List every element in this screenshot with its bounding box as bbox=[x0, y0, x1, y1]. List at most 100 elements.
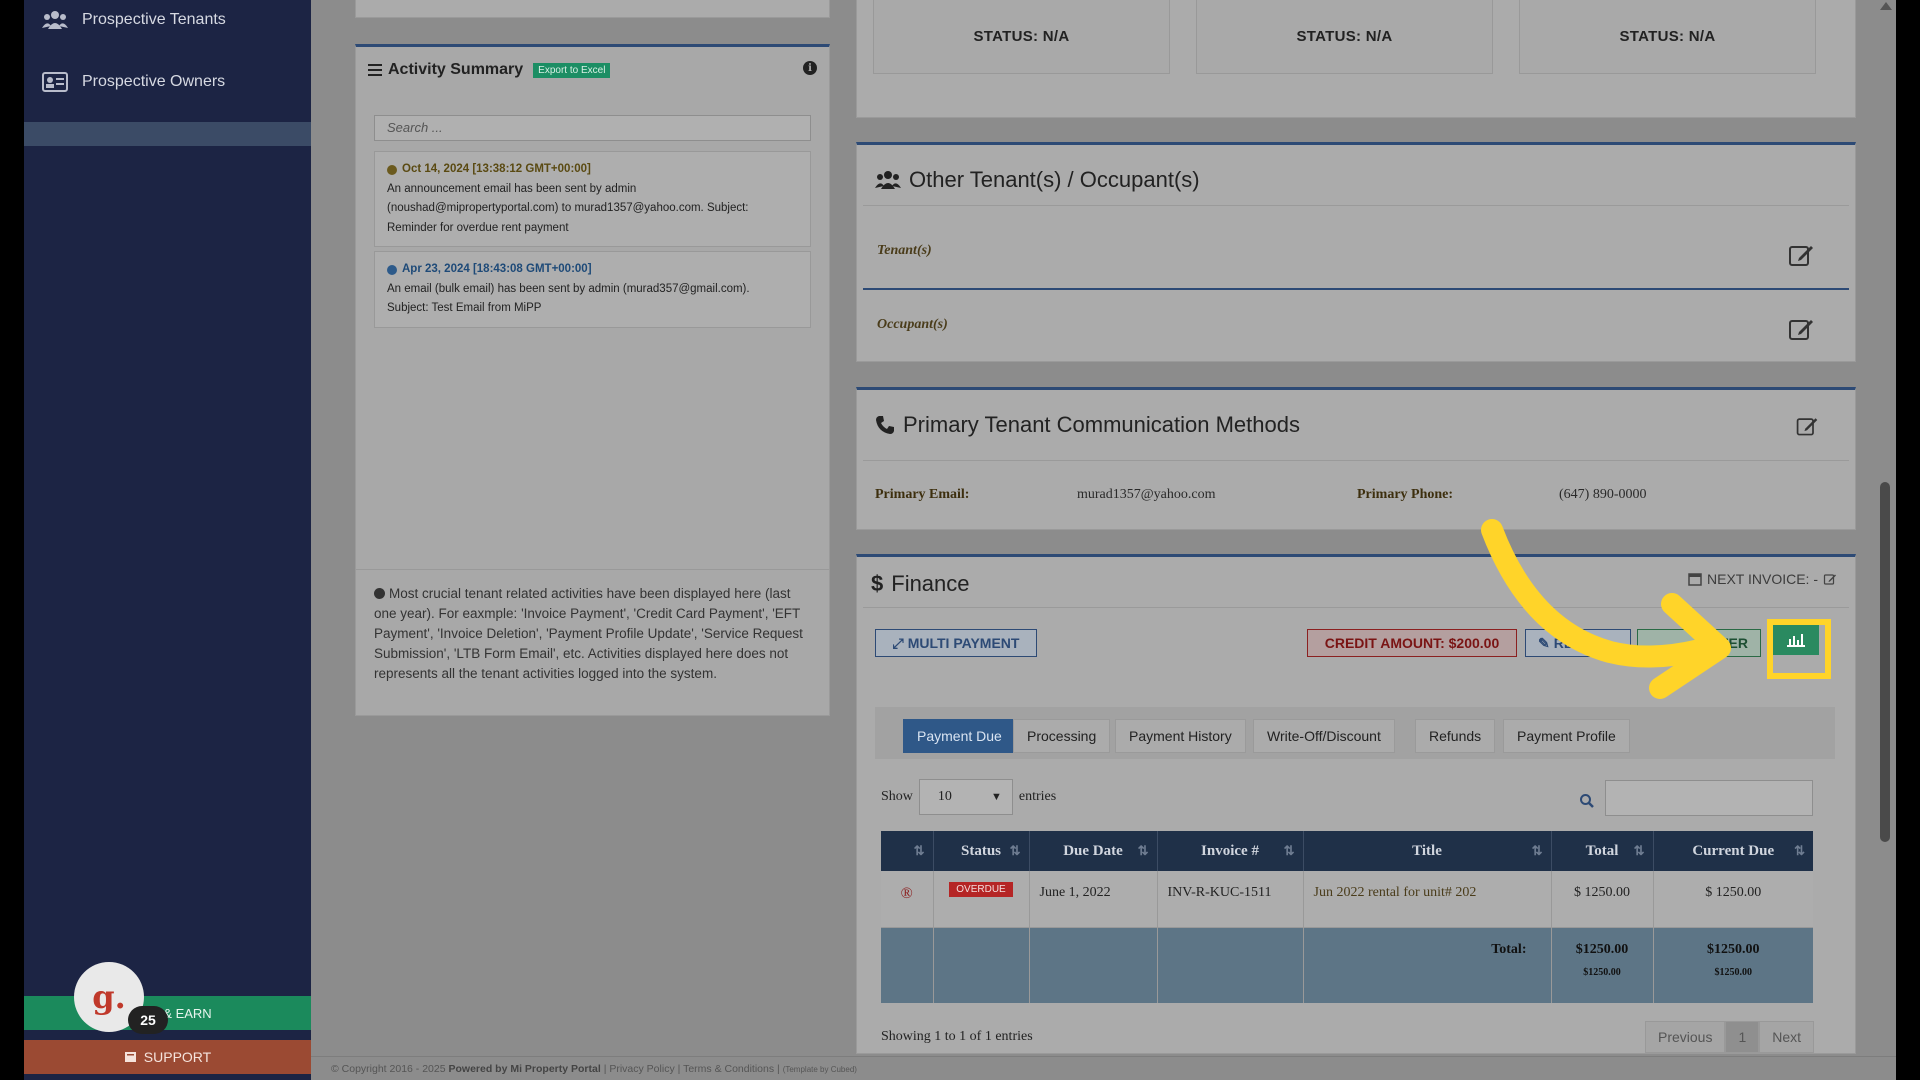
column-header-current-due[interactable]: Current Due ⇅ bbox=[1653, 831, 1813, 871]
divider bbox=[863, 460, 1849, 461]
column-header-status[interactable]: Status ⇅ bbox=[933, 831, 1030, 871]
header-label: Total bbox=[1585, 842, 1619, 859]
footer: © Copyright 2016 - 2025 Powered by Mi Pr… bbox=[311, 1056, 1896, 1080]
button-label: MULTI PAYMENT bbox=[907, 635, 1020, 651]
search-icon bbox=[1580, 794, 1594, 808]
sidebar-item-label: Prospective Owners bbox=[82, 73, 226, 90]
users-icon bbox=[42, 11, 68, 29]
table-cell bbox=[881, 927, 934, 1003]
sort-icon: ⇅ bbox=[1633, 843, 1645, 858]
app-frame: Prospective Tenants Prospective Owners &… bbox=[24, 0, 1896, 1080]
edit-icon[interactable] bbox=[1823, 572, 1837, 586]
total-label: Total: bbox=[1303, 927, 1552, 1003]
activity-summary-card: Activity Summary Export to Excel i Searc… bbox=[355, 44, 830, 716]
sidebar-item-prospective-tenants[interactable]: Prospective Tenants bbox=[42, 0, 226, 40]
activity-date-text: Apr 23, 2024 [18:43:08 GMT+00:00] bbox=[402, 263, 592, 275]
tab-payment-history[interactable]: Payment History bbox=[1115, 719, 1246, 753]
edit-icon[interactable] bbox=[1787, 241, 1815, 269]
activity-date-text: Oct 14, 2024 [13:38:12 GMT+00:00] bbox=[402, 163, 591, 175]
column-header-total[interactable]: Total ⇅ bbox=[1551, 831, 1654, 871]
divider bbox=[863, 288, 1849, 290]
table-cell bbox=[1029, 927, 1158, 1003]
showing-info: Showing 1 to 1 of 1 entries bbox=[881, 1029, 1033, 1044]
scrollbar-thumb[interactable] bbox=[1880, 482, 1890, 842]
credit-amount-button[interactable]: CREDIT AMOUNT: $200.00 bbox=[1307, 629, 1517, 657]
activity-summary-title: Activity Summary bbox=[388, 61, 524, 78]
entries-select[interactable]: 10 ▼ bbox=[918, 779, 1013, 815]
id-card-icon bbox=[42, 72, 68, 92]
activity-text: Reminder for overdue rent payment bbox=[387, 221, 569, 234]
column-header-invoice[interactable]: Invoice # ⇅ bbox=[1157, 831, 1304, 871]
section-title: Primary Tenant Communication Methods bbox=[903, 412, 1300, 437]
total-value: $1250.00 bbox=[1575, 941, 1629, 957]
status-badge: STATUS: N/A bbox=[1519, 0, 1816, 74]
sidebar-item-label: Prospective Tenants bbox=[82, 11, 226, 28]
return-button[interactable]: ✎ RETUR bbox=[1525, 629, 1631, 657]
table-cell: Jun 2022 rental for unit# 202 bbox=[1303, 871, 1552, 928]
primary-phone-value: (647) 890-0000 bbox=[1559, 487, 1647, 502]
footer-powered[interactable]: Powered by Mi Property Portal bbox=[448, 1063, 600, 1075]
tab-payment-due[interactable]: Payment Due bbox=[903, 719, 1016, 753]
page-button[interactable]: 1 bbox=[1725, 1021, 1760, 1053]
due-value: $1250.00 bbox=[1707, 941, 1760, 957]
table-row: ® OVERDUE June 1, 2022 INV-R-KUC-1511 Ju… bbox=[881, 871, 1813, 928]
multi-payment-button[interactable]: ⤢ MULTI PAYMENT bbox=[875, 629, 1037, 657]
status-dot-icon bbox=[387, 164, 397, 175]
chevron-down-icon: ▼ bbox=[991, 791, 1002, 803]
footer-copyright: © Copyright 2016 - 2025 bbox=[331, 1063, 446, 1075]
entries-label: entries bbox=[1018, 789, 1057, 804]
entries-value: 10 bbox=[937, 789, 952, 804]
activity-note: Most crucial tenant related activities h… bbox=[356, 569, 829, 717]
tab-refunds[interactable]: Refunds bbox=[1415, 719, 1496, 753]
finance-card: $ Finance NEXT INVOICE: - ⤢ MULTI PAYMENT… bbox=[856, 554, 1856, 1054]
footer-privacy-link[interactable]: Privacy Policy bbox=[609, 1063, 674, 1075]
export-excel-button[interactable]: Export to Excel bbox=[533, 62, 611, 78]
refer-earn-button[interactable]: & EARN bbox=[24, 996, 311, 1030]
table-cell: OVERDUE bbox=[933, 871, 1030, 928]
scroll-up-icon[interactable] bbox=[1880, 2, 1892, 10]
invoice-table: ⇅ Status ⇅ Due Date ⇅ Invoice # ⇅ Title ⇅ To… bbox=[881, 831, 1813, 1003]
sidebar-active-band bbox=[24, 122, 311, 146]
table-total-row: Total: $1250.00 $1250.00 $1250.00 $1250.00 bbox=[881, 927, 1813, 1003]
header-label: Title bbox=[1412, 842, 1442, 859]
list-item: Oct 14, 2024 [13:38:12 GMT+00:00] An ann… bbox=[374, 151, 811, 247]
activity-search-input[interactable]: Search ... bbox=[374, 115, 811, 141]
divider bbox=[863, 205, 1849, 206]
next-invoice-text: NEXT INVOICE: - bbox=[1707, 571, 1818, 587]
sort-icon: ⇅ bbox=[913, 843, 925, 858]
edit-icon: ✎ bbox=[1538, 634, 1550, 651]
chart-button[interactable] bbox=[1773, 625, 1819, 655]
info-icon[interactable]: i bbox=[803, 61, 817, 75]
activity-text: (noushad@mipropertyportal.com) to murad1… bbox=[387, 202, 749, 214]
primary-email-value: murad1357@yahoo.com bbox=[1077, 487, 1216, 502]
communication-card: Primary Tenant Communication Methods Pri… bbox=[856, 387, 1856, 530]
offer-button[interactable]: FER bbox=[1637, 629, 1761, 657]
column-header[interactable]: ⇅ bbox=[881, 831, 934, 871]
edit-icon[interactable] bbox=[1795, 414, 1819, 438]
table-search-input[interactable] bbox=[1605, 780, 1813, 816]
pagination: Previous 1 Next bbox=[1645, 1021, 1815, 1053]
registered-icon[interactable]: ® bbox=[901, 885, 913, 902]
primary-phone-label: Primary Phone: bbox=[1357, 487, 1454, 502]
support-button[interactable]: SUPPORT bbox=[24, 1040, 311, 1074]
column-header-due-date[interactable]: Due Date ⇅ bbox=[1029, 831, 1158, 871]
tab-write-off-discount[interactable]: Write-Off/Discount bbox=[1253, 719, 1395, 753]
due-sub: $1250.00 bbox=[1714, 966, 1753, 978]
other-tenants-card: Other Tenant(s) / Occupant(s) Tenant(s) … bbox=[856, 142, 1856, 362]
table-cell: ® bbox=[881, 871, 934, 928]
column-header-title[interactable]: Title ⇅ bbox=[1303, 831, 1552, 871]
finance-tabs: Payment Due Processing Payment History W… bbox=[875, 707, 1835, 759]
top-card-remnant bbox=[355, 0, 830, 18]
previous-button[interactable]: Previous bbox=[1645, 1021, 1726, 1053]
list-item: Apr 23, 2024 [18:43:08 GMT+00:00] An ema… bbox=[374, 251, 811, 328]
tab-processing[interactable]: Processing bbox=[1013, 719, 1111, 753]
next-button[interactable]: Next bbox=[1759, 1021, 1815, 1053]
sort-icon: ⇅ bbox=[1137, 843, 1149, 858]
footer-terms-link[interactable]: Terms & Conditions bbox=[683, 1063, 774, 1075]
sidebar-item-prospective-owners[interactable]: Prospective Owners bbox=[42, 62, 225, 102]
sort-icon: ⇅ bbox=[1794, 843, 1805, 858]
next-invoice[interactable]: NEXT INVOICE: - bbox=[1688, 571, 1837, 587]
tab-payment-profile[interactable]: Payment Profile bbox=[1503, 719, 1630, 753]
edit-icon[interactable] bbox=[1787, 315, 1815, 343]
list-icon bbox=[368, 64, 382, 76]
